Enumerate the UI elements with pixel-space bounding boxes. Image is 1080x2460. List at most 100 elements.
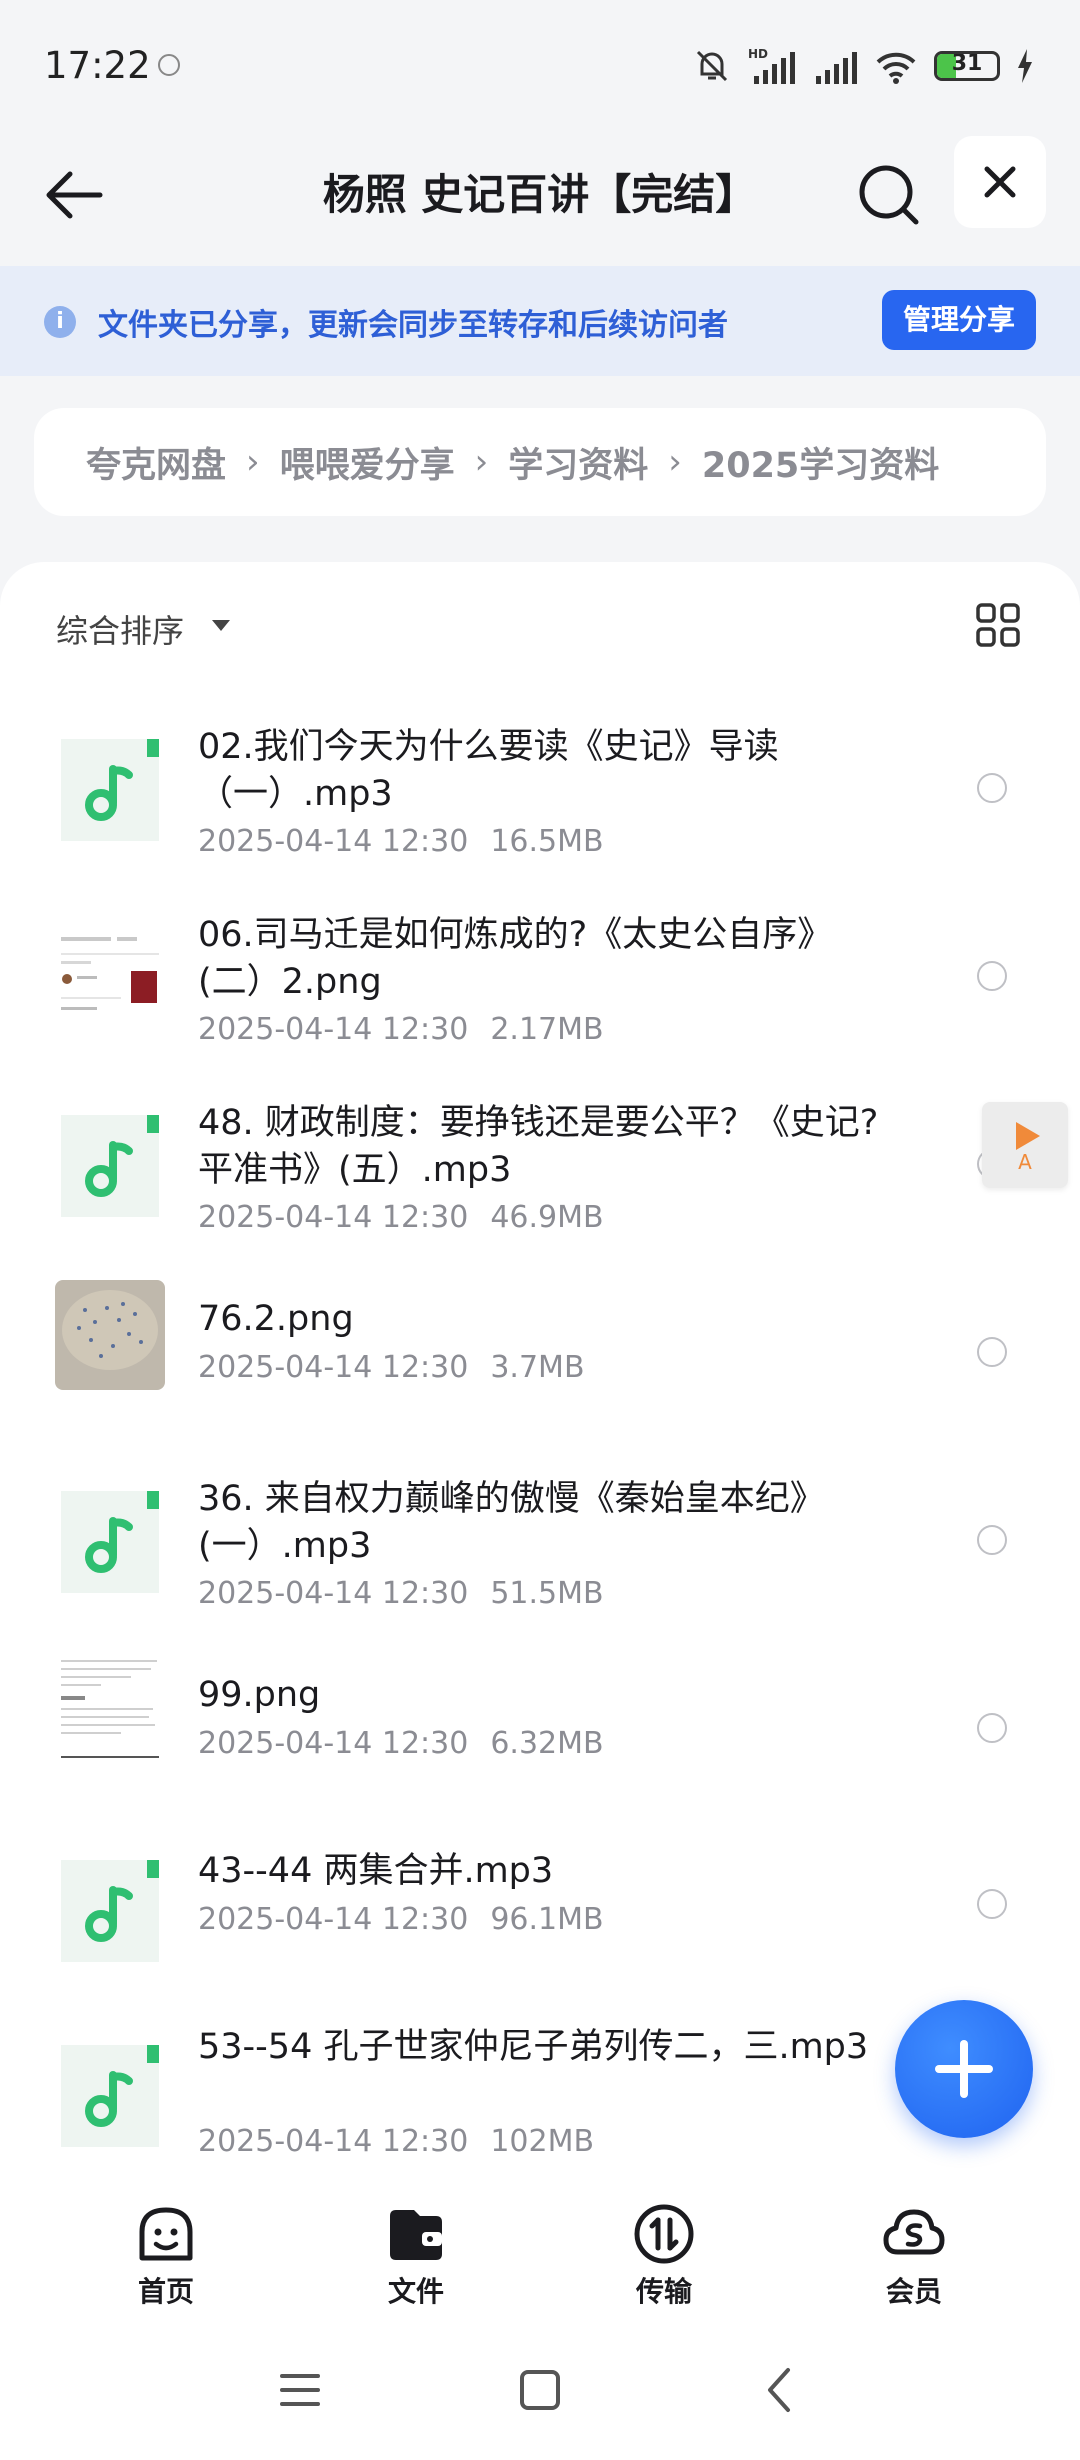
file-date: 2025-04-14 12:30 xyxy=(198,1200,469,1235)
folder-wallet-icon xyxy=(390,2210,442,2260)
close-button[interactable] xyxy=(954,136,1046,228)
file-meta: 2025-04-14 12:30 16.5MB xyxy=(198,824,604,859)
file-size: 3.7MB xyxy=(490,1350,585,1385)
nav-item-member[interactable]: 会员 xyxy=(854,2202,974,2312)
home-square-icon[interactable] xyxy=(510,2360,570,2420)
battery-icon: 31 xyxy=(934,51,1000,81)
plus-icon xyxy=(935,2040,993,2098)
sort-row: 综合排序 xyxy=(0,562,1080,690)
wifi-icon xyxy=(876,52,916,84)
share-banner: i 文件夹已分享，更新会同步至转存和后续访问者 管理分享 xyxy=(0,266,1080,376)
file-size: 102MB xyxy=(490,2124,595,2159)
file-item[interactable]: 43--44 两集合并.mp3 2025-04-14 12:30 96.1MB xyxy=(0,1818,1080,2006)
file-date: 2025-04-14 12:30 xyxy=(198,1012,469,1047)
share-banner-message: 文件夹已分享，更新会同步至转存和后续访问者 xyxy=(98,308,728,343)
bottom-nav: 首页 文件 传输 会员 xyxy=(0,2186,1080,2316)
info-icon: i xyxy=(44,306,76,338)
status-icons: HD 31 xyxy=(692,44,1034,88)
file-size: 51.5MB xyxy=(490,1576,604,1611)
select-radio[interactable] xyxy=(977,773,1007,803)
nav-item-files[interactable]: 文件 xyxy=(356,2202,476,2312)
file-size: 6.32MB xyxy=(490,1726,604,1761)
header: 杨照 史记百讲【完结】 xyxy=(0,130,1080,266)
breadcrumb-item-share[interactable]: 喂喂爱分享 xyxy=(280,437,455,488)
file-name: 53--54 孔子世家仲尼子弟列传二，三.mp3 xyxy=(198,2027,869,2067)
file-size: 2.17MB xyxy=(490,1012,604,1047)
file-date: 2025-04-14 12:30 xyxy=(198,1350,469,1385)
file-meta: 2025-04-14 12:30 2.17MB xyxy=(198,1012,604,1047)
audio-file-icon xyxy=(61,1860,159,1962)
floating-player[interactable]: A xyxy=(982,1102,1068,1188)
chevron-right-icon: › xyxy=(668,442,682,482)
select-radio[interactable] xyxy=(977,961,1007,991)
file-date: 2025-04-14 12:30 xyxy=(198,2124,469,2159)
audio-file-icon xyxy=(61,1491,159,1593)
charging-bolt-icon xyxy=(1018,49,1032,83)
add-button[interactable] xyxy=(895,2000,1033,2138)
image-thumbnail-icon xyxy=(57,925,163,1031)
file-name: 02.我们今天为什么要读《史记》导读（一）.mp3 xyxy=(198,727,779,814)
floating-player-label: A xyxy=(1018,1150,1032,1174)
file-item[interactable]: 06.司马迁是如何炼成的?《太史公自序》(二）2.png 2025-04-14 … xyxy=(0,878,1080,1066)
file-item[interactable]: 48. 财政制度：要挣钱还是要公平？《史记?平准书》(五）.mp3 2025-0… xyxy=(0,1066,1080,1254)
grid-view-icon[interactable] xyxy=(975,602,1021,648)
select-radio[interactable] xyxy=(977,1337,1007,1367)
manage-share-button[interactable]: 管理分享 xyxy=(882,290,1036,350)
file-size: 46.9MB xyxy=(490,1200,604,1235)
file-item[interactable]: 02.我们今天为什么要读《史记》导读（一）.mp3 2025-04-14 12:… xyxy=(0,690,1080,878)
hd-signal-icon: HD xyxy=(748,47,795,84)
menu-icon[interactable] xyxy=(270,2360,330,2420)
battery-text: 31 xyxy=(951,51,983,76)
select-radio[interactable] xyxy=(977,1525,1007,1555)
select-radio[interactable] xyxy=(977,1889,1007,1919)
image-thumbnail-icon xyxy=(55,1280,165,1390)
nav-label: 文件 xyxy=(387,2275,444,2308)
file-panel: 综合排序 02.我们今天为什么要读《史记》导读（一）.mp3 2025-04-1… xyxy=(0,562,1080,2202)
hd-label: HD xyxy=(748,47,768,61)
file-date: 2025-04-14 12:30 xyxy=(198,1576,469,1611)
page-title: 杨照 史记百讲【完结】 xyxy=(322,170,758,219)
file-meta: 2025-04-14 12:30 6.32MB xyxy=(198,1726,604,1761)
breadcrumb-item-current[interactable]: 2025学习资料 xyxy=(702,437,939,488)
file-meta: 2025-04-14 12:30 51.5MB xyxy=(198,1576,604,1611)
file-name: 36. 来自权力巅峰的傲慢《秦始皇本纪》(一）.mp3 xyxy=(198,1479,825,1566)
select-radio[interactable] xyxy=(977,1713,1007,1743)
file-date: 2025-04-14 12:30 xyxy=(198,1902,469,1937)
system-nav-bar xyxy=(0,2316,1080,2460)
chevron-right-icon: › xyxy=(474,442,489,482)
nav-item-transfer[interactable]: 传输 xyxy=(604,2202,724,2312)
back-chevron-icon[interactable] xyxy=(750,2360,810,2420)
signal-icon xyxy=(816,52,857,84)
file-meta: 2025-04-14 12:30 46.9MB xyxy=(198,1200,604,1235)
status-time: 17:22 xyxy=(44,44,151,87)
nav-label: 首页 xyxy=(137,2275,194,2308)
caret-down-icon[interactable] xyxy=(212,620,230,631)
member-cloud-icon xyxy=(883,2209,945,2255)
cloud-notification-icon xyxy=(158,54,180,76)
sort-dropdown[interactable]: 综合排序 xyxy=(56,606,184,652)
breadcrumb-item-root[interactable]: 夸克网盘 xyxy=(86,437,226,488)
file-size: 96.1MB xyxy=(490,1902,604,1937)
file-item[interactable]: 99.png 2025-04-14 12:30 6.32MB xyxy=(0,1630,1080,1818)
breadcrumb: 夸克网盘 › 喂喂爱分享 › 学习资料 › 2025学习资料 xyxy=(34,408,1046,516)
home-face-icon xyxy=(139,2207,193,2261)
status-bar: 17:22 HD 31 xyxy=(0,0,1080,130)
audio-file-icon xyxy=(61,1115,159,1217)
file-meta: 2025-04-14 12:30 3.7MB xyxy=(198,1350,585,1385)
file-name: 48. 财政制度：要挣钱还是要公平？《史记?平准书》(五）.mp3 xyxy=(198,1103,879,1190)
chevron-right-icon: › xyxy=(246,442,260,482)
file-meta: 2025-04-14 12:30 102MB xyxy=(198,2124,594,2159)
arrow-left-icon[interactable] xyxy=(40,160,110,230)
file-item[interactable]: 36. 来自权力巅峰的傲慢《秦始皇本纪》(一）.mp3 2025-04-14 1… xyxy=(0,1442,1080,1630)
nav-item-home[interactable]: 首页 xyxy=(106,2202,226,2312)
transfer-icon xyxy=(634,2204,694,2264)
file-item[interactable]: 76.2.png 2025-04-14 12:30 3.7MB xyxy=(0,1254,1080,1442)
image-thumbnail-icon xyxy=(55,1656,165,1766)
file-name: 06.司马迁是如何炼成的?《太史公自序》(二）2.png xyxy=(198,915,833,1002)
close-icon xyxy=(984,166,1016,198)
file-name: 99.png xyxy=(198,1675,321,1715)
file-size: 16.5MB xyxy=(490,824,604,859)
search-icon[interactable] xyxy=(852,158,926,232)
breadcrumb-item-study[interactable]: 学习资料 xyxy=(508,437,648,488)
audio-file-icon xyxy=(61,739,159,841)
